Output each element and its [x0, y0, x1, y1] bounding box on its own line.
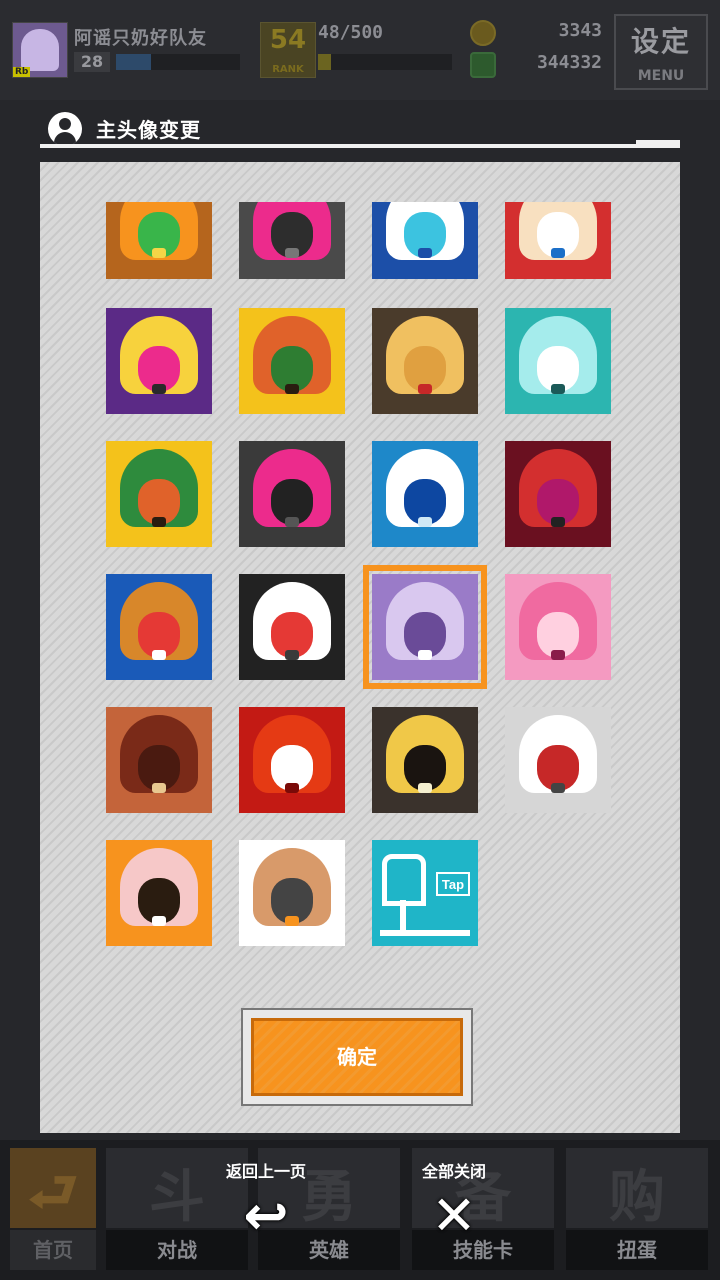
settings-label: 设定 [630, 25, 691, 58]
back-button[interactable]: 返回上一页 ↩ [211, 1158, 321, 1244]
coin-count: 3343 [558, 20, 602, 41]
tap-label: Tap [436, 872, 470, 896]
header-divider [40, 144, 680, 148]
confirm-button-frame: 确定 [241, 1008, 473, 1106]
avatar-red-eye[interactable] [239, 707, 345, 813]
nav-item-4[interactable]: 购扭蛋 [566, 1140, 708, 1280]
avatar-red-white[interactable] [505, 202, 611, 279]
dialog-title: 主头像变更 [96, 118, 201, 142]
avatar-yellow-green-hat[interactable] [106, 441, 212, 547]
floating-action-label: 全部关闭 [421, 1162, 486, 1181]
rank-label: RANK [272, 64, 304, 75]
avatar-crimson[interactable] [505, 441, 611, 547]
player-avatar[interactable]: Rb [12, 22, 68, 78]
player-level: 28 [74, 52, 110, 72]
rank-badge: 54 RANK [260, 22, 316, 78]
avatar-selection-panel: Tap 确定 [40, 162, 680, 1133]
avatar-blue-white-hair[interactable] [372, 441, 478, 547]
gem-icon [470, 52, 496, 78]
avatar-teal-white[interactable] [505, 308, 611, 414]
settings-menu-button[interactable]: 设定 MENU [614, 14, 708, 90]
avatar-blue-white[interactable] [372, 202, 478, 279]
avatar-dark-blonde[interactable] [372, 707, 478, 813]
avatar-pink-hair[interactable] [505, 574, 611, 680]
gem-count: 344332 [536, 52, 602, 73]
avatar-gray-pink[interactable] [239, 202, 345, 279]
floating-action-label: 返回上一页 [225, 1162, 306, 1181]
user-icon [48, 112, 82, 146]
close-all-button[interactable]: 全部关闭 ✕ [399, 1158, 509, 1244]
tap-logo-icon [382, 854, 426, 906]
menu-label: MENU [637, 68, 685, 84]
avatar-yellow-orange[interactable] [239, 308, 345, 414]
avatar-brown-blonde[interactable] [372, 308, 478, 414]
avatar-white-officer[interactable] [505, 707, 611, 813]
avatar-tap[interactable]: Tap [372, 840, 478, 946]
back-icon: ↩ [243, 1184, 289, 1247]
avatar-pixel-crown[interactable] [106, 574, 212, 680]
header-divider-accent [636, 140, 680, 148]
avatar-purple-maid[interactable] [363, 565, 487, 689]
avatar-box[interactable] [239, 840, 345, 946]
coin-icon [470, 20, 496, 46]
top-status-bar: Rb 阿谣只奶好队友 28 54 RANK 48/500 3343 344332… [0, 0, 720, 100]
avatar-black-hood[interactable] [239, 574, 345, 680]
player-name: 阿谣只奶好队友 [74, 28, 207, 49]
exp-bar [116, 54, 240, 70]
nav-label: 扭蛋 [566, 1230, 708, 1270]
avatar-purple-yellow[interactable] [106, 308, 212, 414]
avatar-dark-pink[interactable] [239, 441, 345, 547]
exp-bar-fill [116, 54, 151, 70]
avatar-orange-green[interactable] [106, 202, 212, 279]
rank-value: 54 [269, 25, 307, 55]
dialog-header: 主头像变更 [40, 100, 680, 160]
avatar-orange-catgirl[interactable] [106, 840, 212, 946]
bottom-navigation: ⮐ 首页斗对战勇英雄备技能卡购扭蛋 [0, 1140, 720, 1280]
player-level-badge: Rb [13, 67, 31, 77]
nav-label: 首页 [10, 1230, 96, 1270]
stamina-text: 48/500 [318, 22, 384, 43]
avatar-brown-spiky[interactable] [106, 707, 212, 813]
confirm-button[interactable]: 确定 [251, 1018, 463, 1096]
stamina-bar-fill [318, 54, 332, 70]
gacha-icon: 购 [609, 1165, 665, 1230]
nav-item-0[interactable]: ⮐ 首页 [10, 1140, 96, 1280]
stamina-bar [318, 54, 452, 70]
close-all-icon: ✕ [431, 1184, 477, 1247]
